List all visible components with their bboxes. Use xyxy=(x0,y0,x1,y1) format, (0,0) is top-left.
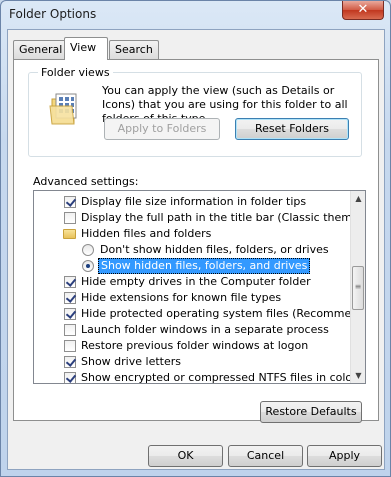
tab-general[interactable]: General xyxy=(13,40,69,59)
vertical-scrollbar[interactable]: ▲ ≡ ▼ xyxy=(350,191,365,383)
scroll-up-arrow-icon[interactable]: ▲ xyxy=(351,191,365,206)
checkbox[interactable] xyxy=(64,292,76,304)
reset-folders-button[interactable]: Reset Folders xyxy=(235,118,349,140)
list-item-label: Hide extensions for known file types xyxy=(81,291,282,304)
close-button[interactable]: ✕ xyxy=(342,1,384,20)
radio-button[interactable] xyxy=(82,260,94,272)
apply-to-folders-button[interactable]: Apply to Folders xyxy=(104,118,220,140)
checkbox[interactable] xyxy=(64,340,76,352)
scroll-down-arrow-icon[interactable]: ▼ xyxy=(351,368,365,383)
checkbox[interactable] xyxy=(64,372,76,383)
cancel-button[interactable]: Cancel xyxy=(228,445,303,467)
scrollbar-thumb[interactable]: ≡ xyxy=(352,266,364,310)
folder-icon xyxy=(63,229,76,239)
checkbox[interactable] xyxy=(64,356,76,368)
checkbox[interactable] xyxy=(64,324,76,336)
advanced-settings-list[interactable]: Display file size information in folder … xyxy=(33,190,366,384)
list-item-label: Restore previous folder windows at logon xyxy=(81,339,309,352)
checkbox[interactable] xyxy=(64,308,76,320)
folder-views-legend: Folder views xyxy=(38,66,113,79)
restore-defaults-button[interactable]: Restore Defaults xyxy=(260,401,362,423)
list-item-label: Hide empty drives in the Computer folder xyxy=(81,275,311,288)
list-item-label: Hide protected operating system files (R… xyxy=(81,307,366,320)
list-item-label: Hidden files and folders xyxy=(81,227,212,240)
advanced-settings-label: Advanced settings: xyxy=(33,175,139,188)
title-bar: Folder Options ✕ xyxy=(1,1,390,31)
list-item-label: Show hidden files, folders, and drives xyxy=(98,258,311,274)
list-item-label: Don't show hidden files, folders, or dri… xyxy=(100,243,329,256)
folder-views-icon xyxy=(49,92,83,126)
list-item-label: Display the full path in the title bar (… xyxy=(81,211,366,224)
list-item-label: Display file size information in folder … xyxy=(81,195,307,208)
apply-button[interactable]: Apply xyxy=(307,445,382,467)
window-title: Folder Options xyxy=(9,7,97,21)
checkbox[interactable] xyxy=(64,276,76,288)
list-item-label: Show drive letters xyxy=(81,355,181,368)
radio-button[interactable] xyxy=(82,244,94,256)
list-item-label: Launch folder windows in a separate proc… xyxy=(81,323,329,336)
list-item-label: Show encrypted or compressed NTFS files … xyxy=(81,371,357,384)
tab-search[interactable]: Search xyxy=(109,40,159,59)
folder-options-window: Folder Options ✕ General View Search Fol… xyxy=(0,0,391,477)
dialog-client-area: General View Search Folder views You can… xyxy=(7,29,385,470)
tab-view[interactable]: View xyxy=(64,37,108,60)
checkbox[interactable] xyxy=(64,212,76,224)
checkbox[interactable] xyxy=(64,196,76,208)
ok-button[interactable]: OK xyxy=(148,445,223,467)
